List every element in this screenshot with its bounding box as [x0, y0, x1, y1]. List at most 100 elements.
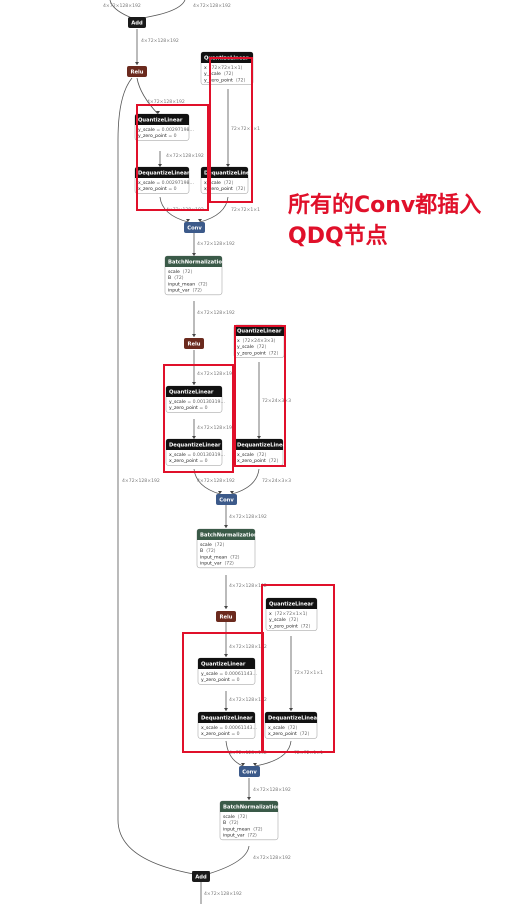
node-batchnorm-2[interactable]: BatchNormalizationscale ⟨72⟩B ⟨72⟩input_…	[196, 528, 258, 569]
node-quantize-w1[interactable]: QuantizeLinearx ⟨72×72×1×1⟩y_scale ⟨72⟩y…	[200, 51, 254, 85]
arrow-relu3-quanta3	[224, 654, 228, 657]
onnx-graph-canvas: 4×72×128×192 4×72×128×192 4×72×128×192 4×72…	[103, 0, 335, 904]
edge-label-top-right: 4×72×128×192	[193, 3, 231, 9]
node-dequantize-w3-attr-x-zero-point: x_zero_point ⟨72⟩	[268, 731, 309, 737]
node-conv-2[interactable]: Conv	[216, 494, 237, 505]
node-dequantize-a1-attr-x-zero-point: x_zero_point = 0	[138, 186, 177, 192]
node-quantize-a3-attr-y-scale: y_scale = 0.00061143…	[201, 671, 257, 677]
node-dequantize-a3-title: DequantizeLinear	[201, 716, 253, 722]
node-quantize-w3[interactable]: QuantizeLinear x ⟨72×72×1×1⟩y_scale ⟨72⟩y…	[265, 597, 318, 631]
arrow-add-relu1	[135, 62, 139, 65]
node-quantize-a3-attr-y-zero-point: y_zero_point = 0	[201, 677, 240, 683]
node-batchnorm-1-attr-input-var: input_var ⟨72⟩	[168, 288, 202, 294]
node-quantize-w2-attr-y-zero-point: y_zero_point ⟨72⟩	[237, 350, 278, 356]
node-dequantize-a3-attr-x-scale: x_scale = 0.00061143…	[201, 725, 257, 731]
arrow-qa2-dqa2	[192, 436, 196, 439]
node-relu-3[interactable]: Relu	[216, 611, 236, 622]
node-dequantize-a2-title: DequantizeLinear	[169, 443, 221, 449]
node-dequantize-a3[interactable]: DequantizeLinear x_scale = 0.00061143…x_ze…	[197, 711, 257, 739]
edge-dqw2-conv2	[231, 468, 260, 495]
node-batchnorm-3-attr-input-mean: input_mean ⟨72⟩	[223, 826, 263, 832]
node-conv-2-label: Conv	[219, 498, 234, 504]
annotation-line-2: QDQ节点	[288, 224, 388, 249]
arrow-conv1-bn1	[192, 253, 196, 256]
edge-label-conv2-bn2: 4×72×128×192	[229, 514, 267, 520]
node-quantize-w3-attr-y-scale: y_scale ⟨72⟩	[269, 617, 298, 623]
node-conv-1[interactable]: Conv	[184, 222, 205, 233]
node-batchnorm-2-attr-B: B ⟨72⟩	[200, 548, 216, 554]
edge-in-left	[109, 0, 133, 19]
node-dequantize-w2[interactable]: DequantizeLinear x_scale ⟨72⟩x_zero_point…	[233, 438, 289, 466]
node-dequantize-a1-attr-x-scale: x_scale = 0.00297198…	[138, 180, 194, 186]
edge-label-dqw2-conv2: 72×24×3×3	[262, 478, 291, 484]
node-quantize-w2-attr-x: x ⟨72×24×3×3⟩	[237, 338, 276, 344]
node-dequantize-w1-title: DequantizeLinear	[204, 171, 256, 177]
node-dequantize-a2[interactable]: DequantizeLinear x_scale = 0.00130319…x_ze…	[165, 438, 225, 466]
arrow-conv2-bn2	[224, 525, 228, 528]
node-quantize-a1[interactable]: QuantizeLinear y_scale = 0.00297198…y_zero…	[134, 113, 194, 141]
edge-skip	[117, 77, 195, 875]
edge-label-bn3-add: 4×72×128×192	[253, 855, 291, 861]
node-batchnorm-3-attr-input-var: input_var ⟨72⟩	[223, 833, 257, 839]
node-quantize-a2[interactable]: QuantizeLinear y_scale = 0.00130319…y_zero…	[165, 385, 225, 413]
qdq-annotation: 所有的Conv都插入 QDQ节点	[288, 190, 481, 252]
edge-relu1-quanta1	[136, 77, 159, 115]
edge-label-conv3-bn3: 4×72×128×192	[253, 787, 291, 793]
node-conv-3[interactable]: Conv	[239, 766, 260, 777]
node-add-bottom-label: Add	[195, 875, 207, 881]
node-batchnorm-3[interactable]: BatchNormalizationscale ⟨72⟩B ⟨72⟩input_…	[219, 800, 281, 841]
node-quantize-a1-attr-y-zero-point: y_zero_point = 0	[138, 133, 177, 139]
node-quantize-w3-title: QuantizeLinear	[269, 602, 314, 608]
node-quantize-a3-title: QuantizeLinear	[201, 662, 246, 668]
node-relu-2-label: Relu	[188, 342, 201, 348]
node-add-top[interactable]: Add	[128, 17, 146, 28]
node-quantize-a2-attr-y-zero-point: y_zero_point = 0	[169, 405, 208, 411]
node-dequantize-w2-title: DequantizeLinear	[237, 443, 289, 449]
edge-label-add-relu1: 4×72×128×192	[141, 38, 179, 44]
node-quantize-w3-attr-x: x ⟨72×72×1×1⟩	[269, 611, 308, 617]
node-quantize-a2-attr-y-scale: y_scale = 0.00130319…	[169, 399, 225, 405]
node-relu-2[interactable]: Relu	[184, 338, 204, 349]
arrow-qw3-dqw3	[289, 708, 293, 711]
node-batchnorm-3-title: BatchNormalization	[223, 805, 281, 811]
arrow-bn2-relu3	[224, 606, 228, 609]
node-quantize-w1-attr-y-scale: y_scale ⟨72⟩	[204, 71, 233, 77]
node-quantize-a3[interactable]: QuantizeLinear y_scale = 0.00061143…y_zero…	[197, 657, 257, 685]
node-dequantize-w2-attr-x-scale: x_scale ⟨72⟩	[237, 452, 266, 458]
node-conv-3-label: Conv	[242, 770, 257, 776]
node-batchnorm-3-attr-B: B ⟨72⟩	[223, 820, 239, 826]
edge-label-dqa2-conv2: 4×72×128×192	[197, 478, 235, 484]
node-dequantize-w2-attr-x-zero-point: x_zero_point ⟨72⟩	[237, 458, 278, 464]
node-quantize-a1-attr-y-scale: y_scale = 0.00297198…	[138, 127, 194, 133]
node-dequantize-w3-attr-x-scale: x_scale ⟨72⟩	[268, 725, 297, 731]
node-quantize-a2-title: QuantizeLinear	[169, 390, 214, 396]
arrow-qa3-dqa3	[224, 708, 228, 711]
node-dequantize-a1[interactable]: DequantizeLinear x_scale = 0.00297198…x_ze…	[134, 166, 194, 194]
edge-label-add-out: 4×72×128×192	[204, 891, 242, 897]
annotation-line-1: 所有的Conv都插入	[288, 193, 482, 218]
edge-label-qw2-dqw2: 72×24×3×3	[262, 398, 291, 404]
arrow-qw2-dqw2	[257, 436, 261, 439]
edge-label-qa1-dqa1: 4×72×128×192	[166, 153, 204, 159]
node-dequantize-a1-title: DequantizeLinear	[138, 171, 190, 177]
node-dequantize-a2-attr-x-zero-point: x_zero_point = 0	[169, 458, 208, 464]
edge-in-right	[141, 0, 186, 19]
node-quantize-w2[interactable]: QuantizeLinear x ⟨72×24×3×3⟩y_scale ⟨72⟩y…	[233, 324, 285, 358]
node-dequantize-a3-attr-x-zero-point: x_zero_point = 0	[201, 731, 240, 737]
node-relu-1[interactable]: Relu	[127, 66, 147, 77]
node-conv-1-label: Conv	[187, 226, 202, 232]
node-add-bottom[interactable]: Add	[192, 871, 210, 882]
node-batchnorm-2-attr-input-mean: input_mean ⟨72⟩	[200, 554, 240, 560]
node-quantize-w2-attr-y-scale: y_scale ⟨72⟩	[237, 344, 266, 350]
node-dequantize-w3[interactable]: DequantizeLinear x_scale ⟨72⟩x_zero_point…	[264, 711, 320, 739]
node-quantize-w2-title: QuantizeLinear	[237, 329, 282, 335]
node-batchnorm-1[interactable]: BatchNormalizationscale ⟨72⟩B ⟨72⟩input_…	[164, 255, 226, 296]
arrow-qa1-dqa1	[158, 164, 162, 167]
edge-label-dqw1-conv1: 72×72×1×1	[231, 207, 260, 213]
edge-label-qw3-dqw3: 72×72×1×1	[294, 670, 323, 676]
arrow-conv3-bn3	[247, 797, 251, 800]
edge-label-qw1-dqw1: 72×72×1×1	[231, 126, 260, 132]
node-dequantize-w3-title: DequantizeLinear	[268, 716, 320, 722]
node-add-top-label: Add	[131, 21, 143, 27]
node-batchnorm-1-attr-input-mean: input_mean ⟨72⟩	[168, 281, 208, 287]
